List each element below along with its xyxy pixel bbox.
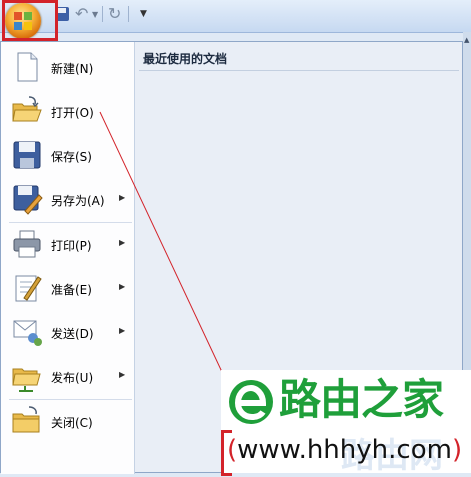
customize-toolbar-icon[interactable]: ▼ <box>140 9 147 25</box>
undo-icon[interactable]: ↶ <box>75 6 88 22</box>
menu-item-label: 打开(O) <box>51 106 94 120</box>
brand-logo-icon <box>229 380 273 424</box>
save-disk-icon <box>13 141 41 169</box>
submenu-arrow-icon: ▶ <box>119 193 126 202</box>
publish-icon <box>12 368 41 392</box>
url-close-paren: ) <box>451 435 463 465</box>
watermark: 路由网 路由之家 (www.hhhyh.com) <box>221 370 471 476</box>
menu-item-prepare[interactable]: 准备(E) ▶ <box>1 267 134 311</box>
menu-commands: 新建(N) 打开(O) 保存(S) 另存为(A) ▶ 打印(P) ▶ 准备(E)… <box>1 42 135 474</box>
brand-url: (www.hhhyh.com) <box>227 434 462 466</box>
url-text: www.hhhyh.com <box>237 435 452 465</box>
submenu-arrow-icon: ▶ <box>119 370 126 379</box>
new-document-icon <box>17 52 38 82</box>
submenu-arrow-icon: ▶ <box>119 238 126 247</box>
recent-documents-title: 最近使用的文档 <box>143 52 228 66</box>
submenu-arrow-icon: ▶ <box>119 282 126 291</box>
submenu-arrow-icon: ▶ <box>119 326 126 335</box>
open-folder-icon <box>12 96 42 122</box>
menu-item-save-as[interactable]: 另存为(A) ▶ <box>1 178 134 222</box>
menu-item-publish[interactable]: 发布(U) ▶ <box>1 355 134 399</box>
save-as-icon <box>13 185 43 215</box>
menu-item-label: 发送(D) <box>51 327 94 341</box>
menu-item-print[interactable]: 打印(P) ▶ <box>1 223 134 267</box>
toolbar-separator <box>102 6 103 22</box>
url-open-paren: ( <box>227 435 238 465</box>
menu-item-label: 保存(S) <box>51 150 92 164</box>
recent-documents-divider <box>139 70 459 71</box>
menu-item-close[interactable]: 关闭(C) <box>1 400 134 444</box>
printer-icon <box>13 230 41 258</box>
menu-item-save[interactable]: 保存(S) <box>1 134 134 178</box>
menu-item-new[interactable]: 新建(N) <box>1 46 134 90</box>
brand-name: 路由之家 <box>279 375 444 424</box>
toolbar-separator <box>128 6 129 22</box>
title-bar: ↶ ▼ ↻ ▼ <box>0 0 471 33</box>
send-icon <box>13 320 42 346</box>
menu-item-label: 打印(P) <box>51 239 92 253</box>
menu-item-label: 发布(U) <box>51 371 94 385</box>
annotation-highlight-box <box>2 0 58 41</box>
undo-dropdown-icon[interactable]: ▼ <box>92 10 98 26</box>
close-folder-icon <box>12 406 40 433</box>
menu-item-label: 准备(E) <box>51 283 92 297</box>
redo-icon[interactable]: ↻ <box>108 6 121 22</box>
menu-item-send[interactable]: 发送(D) ▶ <box>1 311 134 355</box>
prepare-icon <box>15 275 42 302</box>
menu-item-label: 新建(N) <box>51 62 94 76</box>
menu-item-label: 关闭(C) <box>51 416 93 430</box>
menu-item-open[interactable]: 打开(O) <box>1 90 134 134</box>
menu-item-label: 另存为(A) <box>51 194 105 208</box>
scroll-up-icon[interactable]: ▲ <box>464 36 469 44</box>
